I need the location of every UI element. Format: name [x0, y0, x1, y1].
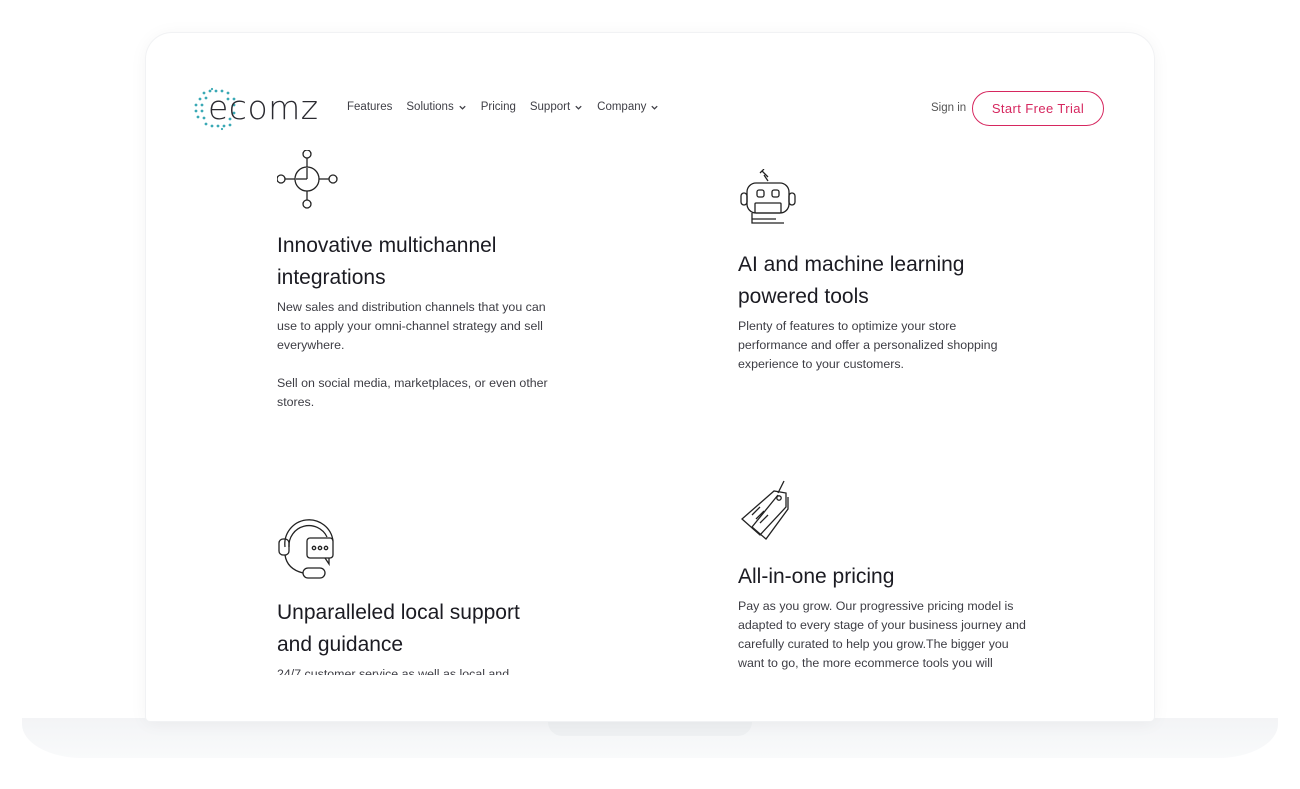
- price-tag-icon: [741, 480, 789, 540]
- feature-title-line: and guidance: [277, 633, 404, 656]
- feature-description: Sell on social media, marketplaces, or e…: [277, 376, 548, 409]
- feature-description: 24/7 customer service as well as local a…: [277, 667, 510, 675]
- feature-title-line: powered tools: [738, 285, 869, 308]
- nav-item-label: Pricing: [480, 101, 516, 113]
- nav-menu: Features Solutions Pricing Support Compa…: [347, 101, 673, 113]
- feature-title: AI and machine learning powered tools: [738, 249, 1028, 313]
- nav-item-company[interactable]: Company: [597, 101, 659, 113]
- feature-description: Plenty of features to optimize your stor…: [738, 319, 998, 371]
- feature-title-line: Innovative multichannel: [277, 234, 497, 257]
- feature-description-clip: Pay as you grow. Our progressive pricing…: [738, 593, 1028, 673]
- feature-description: New sales and distribution channels that…: [277, 300, 546, 352]
- feature-title: Unparalleled local support and guidance: [277, 597, 567, 661]
- nav-item-pricing[interactable]: Pricing: [481, 101, 516, 113]
- sign-in-link[interactable]: Sign in: [931, 102, 966, 114]
- nav-item-support[interactable]: Support: [530, 101, 583, 113]
- chevron-down-icon: [459, 105, 466, 110]
- feature-title-line: Unparalleled local support: [277, 601, 520, 624]
- feature-title-line: All-in-one pricing: [738, 565, 895, 588]
- nav-item-label: Features: [347, 101, 393, 113]
- feature-pricing: All-in-one pricing Pay as you grow. Our …: [738, 479, 1028, 673]
- nav-item-solutions[interactable]: Solutions: [406, 101, 466, 113]
- feature-title-line: AI and machine learning: [738, 253, 965, 276]
- support-headset-icon: [278, 519, 334, 579]
- feature-title: All-in-one pricing: [738, 561, 1028, 593]
- start-free-trial-button[interactable]: Start Free Trial: [972, 91, 1104, 126]
- chevron-down-icon: [651, 105, 659, 110]
- feature-ai-tools: AI and machine learning powered tools Pl…: [738, 169, 1028, 374]
- nav-item-label: Solutions: [406, 101, 454, 113]
- feature-title-line: integrations: [277, 266, 386, 289]
- feature-description: Pay as you grow. Our progressive pricing…: [738, 599, 1026, 670]
- nav-item-label: Support: [529, 101, 571, 113]
- laptop-screen: ecomz Features Solutions Pricing Support…: [146, 33, 1154, 721]
- brand-wordmark[interactable]: ecomz: [208, 88, 319, 127]
- feature-description-clip: 24/7 customer service as well as local a…: [277, 661, 567, 675]
- feature-title: Innovative multichannel integrations: [277, 230, 567, 294]
- multichannel-network-icon: [277, 150, 338, 209]
- feature-multichannel: Innovative multichannel integrations New…: [277, 150, 567, 412]
- nav-item-label: Company: [597, 101, 647, 113]
- robot-icon: [740, 169, 796, 224]
- feature-local-support: Unparalleled local support and guidance …: [277, 517, 567, 675]
- nav-item-features[interactable]: Features: [347, 101, 392, 113]
- chevron-down-icon: [575, 105, 582, 110]
